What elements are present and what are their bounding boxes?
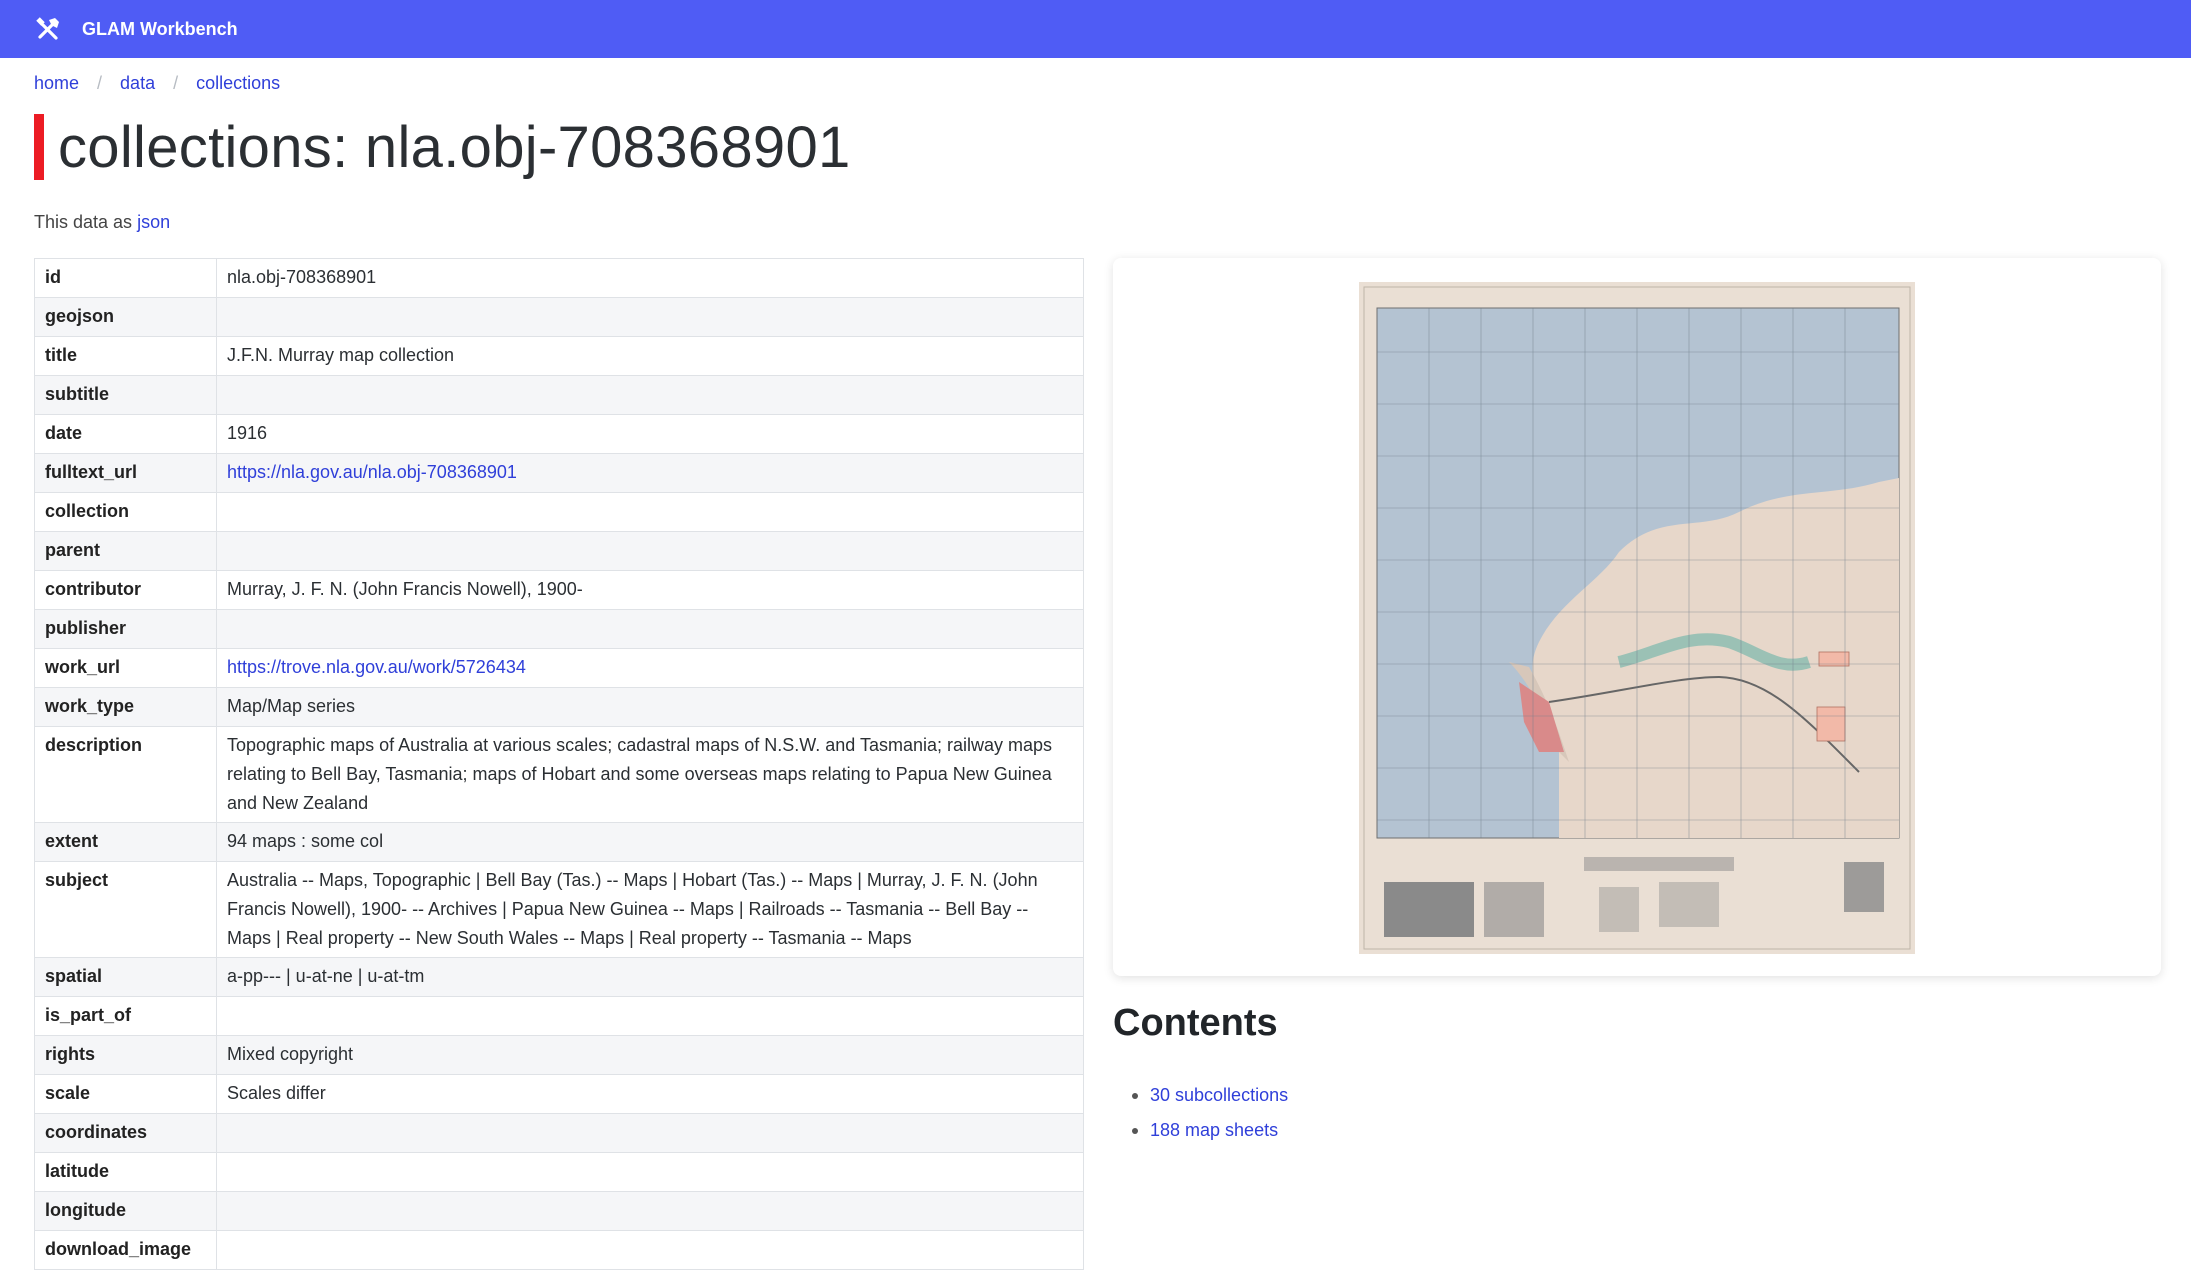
field-key-contributor: contributor xyxy=(34,570,217,610)
image-card xyxy=(1113,258,2161,976)
field-value-geojson xyxy=(216,297,1084,337)
field-key-download-image: download_image xyxy=(34,1230,217,1270)
field-value-rights: Mixed copyright xyxy=(216,1035,1084,1075)
field-key-latitude: latitude xyxy=(34,1152,217,1192)
json-export-label: This data as xyxy=(34,212,133,232)
field-key-collection: collection xyxy=(34,492,217,532)
top-navbar: GLAM Workbench xyxy=(0,0,2191,58)
table-row: latitude xyxy=(34,1152,1084,1192)
field-value-fulltext-url: https://nla.gov.au/nla.obj-708368901 xyxy=(216,453,1084,493)
list-item: 188 map sheets xyxy=(1132,1113,1288,1148)
table-row: is_part_of xyxy=(34,996,1084,1036)
field-key-id: id xyxy=(34,258,217,298)
field-key-work-url: work_url xyxy=(34,648,217,688)
contents-list: 30 subcollections 188 map sheets xyxy=(1132,1078,1288,1148)
field-key-longitude: longitude xyxy=(34,1191,217,1231)
field-value-contributor: Murray, J. F. N. (John Francis Nowell), … xyxy=(216,570,1084,610)
bullet-icon xyxy=(1132,1092,1138,1099)
breadcrumb-separator: / xyxy=(97,72,103,93)
field-value-latitude xyxy=(216,1152,1084,1192)
breadcrumb-collections[interactable]: collections xyxy=(196,73,280,94)
field-link-fulltext-url[interactable]: https://nla.gov.au/nla.obj-708368901 xyxy=(227,462,517,482)
table-row: coordinates xyxy=(34,1113,1084,1153)
table-row: work_url https://trove.nla.gov.au/work/57… xyxy=(34,648,1084,688)
field-key-publisher: publisher xyxy=(34,609,217,649)
brand-link[interactable]: GLAM Workbench xyxy=(82,19,238,40)
field-key-parent: parent xyxy=(34,531,217,571)
field-value-subject: Australia -- Maps, Topographic | Bell Ba… xyxy=(216,861,1084,958)
field-key-extent: extent xyxy=(34,822,217,862)
title-accent-bar xyxy=(34,114,44,180)
field-value-date: 1916 xyxy=(216,414,1084,454)
field-value-parent xyxy=(216,531,1084,571)
field-value-work-type: Map/Map series xyxy=(216,687,1084,727)
table-row: title J.F.N. Murray map collection xyxy=(34,336,1084,376)
table-row: spatial a-pp--- | u-at-ne | u-at-tm xyxy=(34,957,1084,997)
page-title-block: collections: nla.obj-708368901 xyxy=(34,114,851,180)
breadcrumb-separator: / xyxy=(173,72,179,93)
map-sheets-link[interactable]: 188 map sheets xyxy=(1150,1120,1278,1141)
field-value-collection xyxy=(216,492,1084,532)
table-row: geojson xyxy=(34,297,1084,337)
field-key-coordinates: coordinates xyxy=(34,1113,217,1153)
field-value-work-url: https://trove.nla.gov.au/work/5726434 xyxy=(216,648,1084,688)
field-key-spatial: spatial xyxy=(34,957,217,997)
table-row: fulltext_url https://nla.gov.au/nla.obj-7… xyxy=(34,453,1084,493)
field-value-title: J.F.N. Murray map collection xyxy=(216,336,1084,376)
field-key-date: date xyxy=(34,414,217,454)
field-link-work-url[interactable]: https://trove.nla.gov.au/work/5726434 xyxy=(227,657,526,677)
field-key-subtitle: subtitle xyxy=(34,375,217,415)
field-key-subject: subject xyxy=(34,861,217,958)
field-key-is-part-of: is_part_of xyxy=(34,996,217,1036)
field-key-fulltext-url: fulltext_url xyxy=(34,453,217,493)
bullet-icon xyxy=(1132,1127,1138,1134)
contents-heading: Contents xyxy=(1113,1002,1278,1044)
table-row: longitude xyxy=(34,1191,1084,1231)
field-value-scale: Scales differ xyxy=(216,1074,1084,1114)
breadcrumb-data[interactable]: data xyxy=(120,73,155,94)
metadata-table: id nla.obj-708368901 geojson title J.F.N. Mu… xyxy=(34,258,1084,1270)
field-key-rights: rights xyxy=(34,1035,217,1075)
breadcrumb-home[interactable]: home xyxy=(34,73,79,94)
field-value-extent: 94 maps : some col xyxy=(216,822,1084,862)
list-item: 30 subcollections xyxy=(1132,1078,1288,1113)
breadcrumb: home / data / collections xyxy=(34,70,280,96)
table-row: id nla.obj-708368901 xyxy=(34,258,1084,298)
field-value-spatial: a-pp--- | u-at-ne | u-at-tm xyxy=(216,957,1084,997)
table-row: extent 94 maps : some col xyxy=(34,822,1084,862)
table-row: date 1916 xyxy=(34,414,1084,454)
json-link[interactable]: json xyxy=(137,212,170,232)
table-row: contributor Murray, J. F. N. (John Franci… xyxy=(34,570,1084,610)
field-key-description: description xyxy=(34,726,217,823)
map-image[interactable] xyxy=(1359,282,1915,954)
json-export-line: This data as json xyxy=(34,212,170,233)
table-row: download_image xyxy=(34,1230,1084,1270)
field-key-work-type: work_type xyxy=(34,687,217,727)
table-row: work_type Map/Map series xyxy=(34,687,1084,727)
field-value-publisher xyxy=(216,609,1084,649)
field-value-description: Topographic maps of Australia at various… xyxy=(216,726,1084,823)
subcollections-link[interactable]: 30 subcollections xyxy=(1150,1085,1288,1106)
field-value-is-part-of xyxy=(216,996,1084,1036)
table-row: rights Mixed copyright xyxy=(34,1035,1084,1075)
field-value-longitude xyxy=(216,1191,1084,1231)
field-key-geojson: geojson xyxy=(34,297,217,337)
field-value-subtitle xyxy=(216,375,1084,415)
tools-icon[interactable] xyxy=(34,15,62,43)
table-row: scale Scales differ xyxy=(34,1074,1084,1114)
page-title: collections: nla.obj-708368901 xyxy=(58,114,851,180)
table-row: subject Australia -- Maps, Topographic | … xyxy=(34,861,1084,958)
field-value-coordinates xyxy=(216,1113,1084,1153)
table-row: publisher xyxy=(34,609,1084,649)
field-key-title: title xyxy=(34,336,217,376)
table-row: parent xyxy=(34,531,1084,571)
table-row: subtitle xyxy=(34,375,1084,415)
field-key-scale: scale xyxy=(34,1074,217,1114)
table-row: description Topographic maps of Australia… xyxy=(34,726,1084,823)
table-row: collection xyxy=(34,492,1084,532)
field-value-download-image xyxy=(216,1230,1084,1270)
field-value-id: nla.obj-708368901 xyxy=(216,258,1084,298)
